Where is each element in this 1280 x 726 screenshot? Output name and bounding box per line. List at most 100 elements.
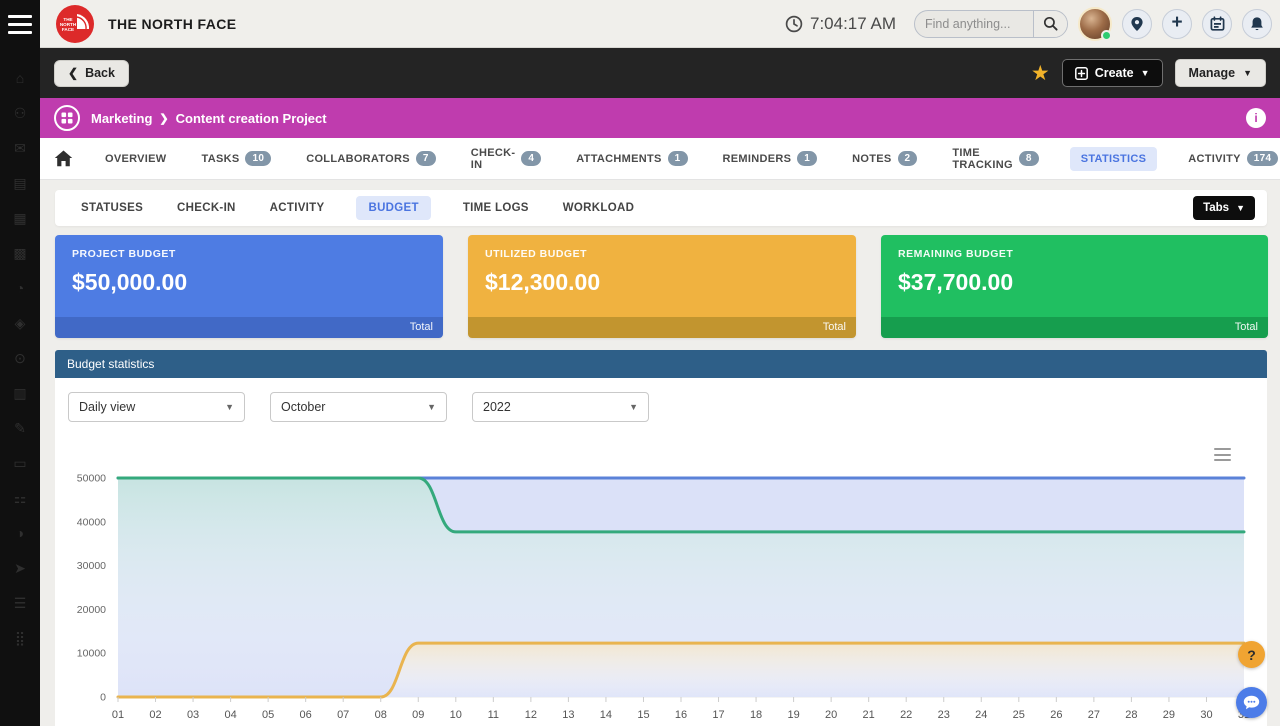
sidebar-icon-apps[interactable]: ⣿ [9,628,31,648]
svg-text:25: 25 [1013,709,1025,721]
statistics-subtab-bar: STATUSES CHECK-IN ACTIVITY BUDGET TIME L… [55,190,1267,226]
svg-text:13: 13 [562,709,574,721]
back-button-label: Back [85,66,115,80]
svg-text:30: 30 [1200,709,1212,721]
view-mode-select[interactable]: Daily view ▼ [68,392,245,422]
sidebar-icon-boards[interactable]: ▩ [9,243,31,263]
sidebar-icon-team[interactable]: ⚇ [9,103,31,123]
sidebar-icon-list[interactable]: ☰ [9,593,31,613]
sidebar-icon-calendar[interactable]: ⚏ [9,488,31,508]
plus-icon: + [1171,13,1182,32]
create-quick-button[interactable]: + [1162,9,1192,39]
manage-button[interactable]: Manage ▼ [1175,59,1266,87]
caret-down-icon: ▼ [427,403,436,412]
breadcrumb-section[interactable]: Marketing [91,111,152,126]
caret-down-icon: ▼ [1243,69,1252,78]
sidebar-icon-list: ⌂ ⚇ ✉ ▤ ▦ ▩ ◔ ◈ ⊙ ▥ ✎ ▭ ⚏ ◑ ➤ ☰ ⣿ [0,68,40,648]
tab-attachments[interactable]: ATTACHMENTS1 [572,145,691,172]
chart-context-menu-icon[interactable] [1214,448,1231,461]
year-value: 2022 [483,400,511,414]
svg-text:23: 23 [938,709,950,721]
collaborators-count-badge: 7 [416,151,436,166]
favorite-star-icon[interactable]: ★ [1031,63,1050,84]
tab-overview[interactable]: OVERVIEW [101,147,171,171]
sidebar-icon-search[interactable]: ⊙ [9,348,31,368]
sidebar-icon-files[interactable]: ▥ [9,383,31,403]
budget-statistics-panel: Daily view ▼ October ▼ 2022 ▼ 0100002000… [55,378,1267,726]
subtabs-dropdown-button[interactable]: Tabs▼ [1193,196,1255,220]
search-button[interactable] [1033,10,1067,38]
online-status-dot [1101,30,1112,41]
svg-text:03: 03 [187,709,199,721]
subtab-time-logs[interactable]: TIME LOGS [461,196,531,220]
subtab-workload[interactable]: WORKLOAD [561,196,636,220]
tab-time-tracking[interactable]: TIME TRACKING8 [948,141,1042,177]
hamburger-menu-icon[interactable] [0,0,40,48]
home-icon [54,150,73,167]
sidebar-icon-tags[interactable]: ✎ [9,418,31,438]
location-pin-icon [1130,16,1144,32]
home-tab-button[interactable] [54,150,73,167]
back-button[interactable]: ❮ Back [54,60,129,87]
tab-activity[interactable]: ACTIVITY174 [1184,145,1280,172]
create-button[interactable]: Create ▼ [1062,59,1163,87]
card-footer: Total [468,317,856,338]
sidebar-icon-inbox[interactable]: ▦ [9,208,31,228]
view-mode-value: Daily view [79,400,135,414]
svg-text:14: 14 [600,709,612,721]
subtab-activity[interactable]: ACTIVITY [268,196,327,220]
sidebar-icon-time-tracking[interactable]: ◔ [9,278,31,298]
svg-text:12: 12 [525,709,537,721]
caret-down-icon: ▼ [225,403,234,412]
svg-text:04: 04 [224,709,236,721]
sidebar-icon-timer[interactable]: ◑ [9,523,31,543]
svg-text:27: 27 [1088,709,1100,721]
svg-text:50000: 50000 [77,473,106,485]
sidebar-icon-id-card[interactable]: ▭ [9,453,31,473]
chevron-left-icon: ❮ [68,66,78,80]
sidebar-icon-projects[interactable]: ▤ [9,173,31,193]
location-button[interactable] [1122,9,1152,39]
subtab-budget[interactable]: BUDGET [356,196,430,220]
tab-collaborators[interactable]: COLLABORATORS7 [302,145,440,172]
subtab-check-in[interactable]: CHECK-IN [175,196,238,220]
month-select[interactable]: October ▼ [270,392,447,422]
svg-text:11: 11 [488,709,499,721]
plus-square-icon [1075,67,1088,80]
notifications-button[interactable] [1242,9,1272,39]
help-button[interactable]: ? [1238,641,1265,668]
sidebar-icon-send[interactable]: ➤ [9,558,31,578]
chevron-right-icon: ❯ [159,112,168,125]
calendar-button[interactable] [1202,9,1232,39]
search-input[interactable] [915,11,1033,37]
sidebar-icon-org-chart[interactable]: ◈ [9,313,31,333]
svg-text:09: 09 [412,709,424,721]
tab-check-in[interactable]: CHECK-IN4 [467,141,545,177]
year-select[interactable]: 2022 ▼ [472,392,649,422]
top-bar: THE NORTH FACE THE NORTH FACE 7:04:17 AM… [40,0,1280,48]
tab-reminders[interactable]: REMINDERS1 [719,145,822,172]
chart-filters: Daily view ▼ October ▼ 2022 ▼ [68,392,649,422]
tab-notes[interactable]: NOTES2 [848,145,921,172]
svg-text:28: 28 [1125,709,1137,721]
svg-text:10000: 10000 [77,648,106,660]
sidebar-icon-messages[interactable]: ✉ [9,138,31,158]
activity-count-badge: 174 [1247,151,1279,166]
app-window: ⌂ ⚇ ✉ ▤ ▦ ▩ ◔ ◈ ⊙ ▥ ✎ ▭ ⚏ ◑ ➤ ☰ ⣿ THE NORTH FACE THE NOR… [0,0,1280,726]
tab-tasks[interactable]: TASKS10 [198,145,276,172]
budget-chart: 0100002000030000400005000001020304050607… [55,440,1267,726]
chat-button[interactable] [1236,687,1267,718]
north-face-logo[interactable]: THE NORTH FACE [56,5,94,43]
breadcrumb-item[interactable]: Content creation Project [176,111,327,126]
sidebar-icon-home[interactable]: ⌂ [9,68,31,88]
user-avatar[interactable] [1078,7,1112,41]
tab-statistics[interactable]: STATISTICS [1070,147,1158,171]
notes-count-badge: 2 [898,151,918,166]
card-label: PROJECT BUDGET [72,248,426,260]
subtab-statuses[interactable]: STATUSES [79,196,145,220]
caret-down-icon: ▼ [1236,204,1245,213]
info-button[interactable]: i [1246,108,1266,128]
left-sidebar: ⌂ ⚇ ✉ ▤ ▦ ▩ ◔ ◈ ⊙ ▥ ✎ ▭ ⚏ ◑ ➤ ☰ ⣿ [0,0,40,726]
card-footer: Total [881,317,1268,338]
create-button-label: Create [1095,66,1134,80]
